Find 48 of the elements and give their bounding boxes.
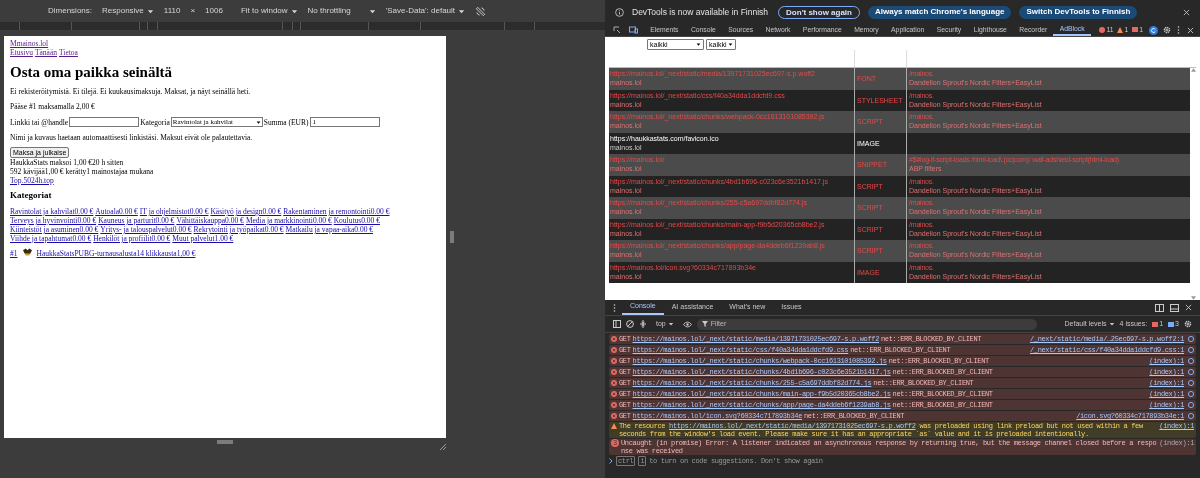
caret-icon (146, 7, 154, 15)
caret-icon (255, 119, 261, 125)
settings-icon[interactable] (1184, 320, 1192, 328)
corner-resize-icon[interactable] (440, 444, 446, 450)
close-icon[interactable] (1187, 26, 1194, 34)
sidebar-icon[interactable] (613, 320, 621, 328)
caret-icon (1108, 321, 1115, 327)
infobar-message: DevTools is now available in Finnish (632, 5, 769, 19)
infobar-button[interactable]: Switch DevTools to Finnish (1019, 5, 1138, 19)
eye-icon[interactable] (682, 320, 692, 328)
dock-icon[interactable] (1155, 303, 1164, 312)
info-icon (615, 7, 624, 17)
device-dropdown[interactable]: Responsive (102, 5, 154, 17)
width-field[interactable]: 1110 (163, 5, 181, 17)
prompt-icon (609, 458, 613, 464)
dock-icon[interactable] (1170, 303, 1179, 312)
warning-icon (611, 423, 617, 429)
infobar-button[interactable]: Always match Chrome's language (868, 5, 1012, 19)
resize-handle[interactable] (450, 231, 454, 243)
zoom-dropdown[interactable]: Fit to window (240, 5, 298, 17)
caret-icon (368, 7, 376, 15)
throttling-dropdown[interactable]: No throttling (307, 5, 376, 17)
caret-icon (728, 42, 733, 47)
caret-icon (667, 321, 674, 327)
scroll-up-icon[interactable] (1190, 68, 1196, 72)
device-icon[interactable] (629, 26, 638, 34)
times-sign: × (190, 5, 196, 17)
more-icon[interactable] (613, 303, 616, 312)
caret-icon (290, 7, 298, 15)
settings-icon[interactable] (1163, 26, 1171, 34)
categories-heading: Kategoriat (10, 190, 52, 201)
page-heading: Osta oma paikka seinältä (10, 63, 173, 81)
filter-icon (701, 321, 708, 327)
dimensions-label: Dimensions: (48, 5, 92, 17)
height-field[interactable]: 1006 (205, 5, 223, 17)
save-data-dropdown[interactable]: 'Save-Data': default (385, 5, 466, 17)
caret-icon (696, 42, 701, 47)
collapse-icon[interactable] (639, 320, 647, 328)
close-icon[interactable] (1183, 8, 1190, 16)
inspect-icon[interactable] (613, 26, 621, 34)
rotate-icon[interactable] (475, 5, 487, 17)
close-icon[interactable] (1185, 304, 1192, 311)
resize-handle[interactable] (217, 440, 233, 444)
link-input[interactable] (69, 117, 140, 127)
caret-icon (458, 7, 466, 15)
update-icon[interactable] (1149, 25, 1158, 35)
more-icon[interactable] (1177, 26, 1180, 34)
clear-icon[interactable] (626, 320, 634, 328)
